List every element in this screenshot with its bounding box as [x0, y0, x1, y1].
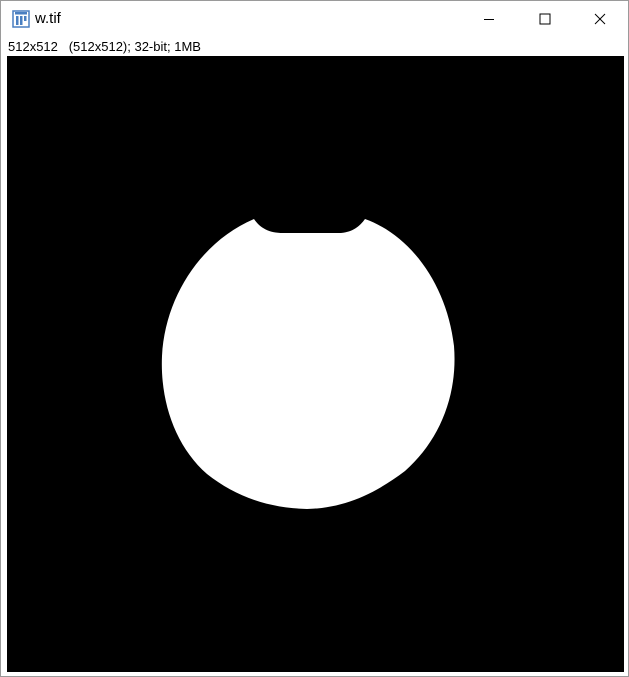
close-icon: [594, 13, 606, 25]
image-content: [7, 56, 624, 672]
image-canvas[interactable]: [7, 56, 624, 672]
white-blob-shape: [161, 219, 455, 509]
image-window: w.tif 512x512 (512x512); 32-bit; 1MB: [0, 0, 629, 677]
minimize-button[interactable]: [461, 1, 517, 37]
imagej-icon: [12, 10, 30, 28]
title-bar[interactable]: w.tif: [1, 1, 628, 37]
minimize-icon: [484, 19, 494, 20]
maximize-icon: [539, 13, 551, 25]
image-info-label: 512x512 (512x512); 32-bit; 1MB: [8, 39, 201, 54]
window-title: w.tif: [35, 10, 61, 27]
maximize-button[interactable]: [517, 1, 573, 37]
close-button[interactable]: [572, 1, 628, 37]
